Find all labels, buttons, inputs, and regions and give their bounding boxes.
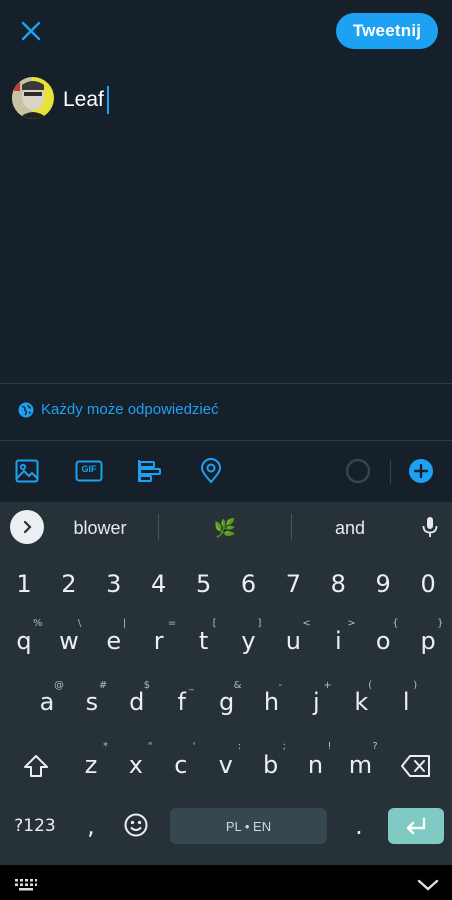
key-hint: )	[413, 680, 418, 691]
add-gif-button[interactable]: GIF	[74, 456, 104, 486]
hide-keyboard-button[interactable]	[416, 877, 440, 893]
emoji-icon	[124, 813, 148, 837]
navigation-bar	[0, 865, 452, 900]
location-icon	[200, 458, 222, 484]
key-hint: [	[212, 618, 217, 629]
key-hint: {	[392, 618, 399, 629]
number-key[interactable]: 9	[363, 566, 403, 602]
key-hint: #	[98, 680, 108, 691]
letter-key[interactable]: k	[341, 683, 381, 721]
reply-setting-button[interactable]: Każdy może odpowiedzieć	[18, 401, 219, 418]
suggestion-divider	[291, 514, 292, 540]
voice-input-button[interactable]	[418, 514, 442, 540]
character-count-progress	[345, 458, 371, 484]
key-hint: >	[347, 618, 356, 629]
poll-icon	[138, 460, 161, 482]
number-key[interactable]: 2	[49, 566, 89, 602]
number-key[interactable]: 1	[4, 566, 44, 602]
emoji-key[interactable]	[122, 811, 150, 839]
key-hint: \	[77, 618, 82, 629]
number-key[interactable]: 4	[139, 566, 179, 602]
globe-icon	[18, 402, 34, 417]
letter-key[interactable]: t	[184, 622, 224, 660]
suggestion-1[interactable]: blower	[55, 516, 145, 540]
key-hint: }	[437, 618, 444, 629]
chevron-right-icon	[23, 520, 32, 534]
avatar	[12, 77, 54, 119]
key-hint: +	[323, 680, 332, 691]
key-hint: !	[327, 741, 332, 752]
key-hint: ;	[282, 741, 286, 752]
letter-key[interactable]: h	[252, 683, 292, 721]
key-hint: ]	[257, 618, 262, 629]
number-key[interactable]: 3	[94, 566, 134, 602]
add-tweet-button[interactable]	[409, 459, 433, 483]
shift-icon	[24, 755, 48, 777]
enter-key[interactable]	[388, 808, 444, 844]
key-hint: |	[122, 618, 127, 629]
keyboard-menu-button[interactable]	[10, 510, 44, 544]
key-hint: '	[192, 741, 196, 752]
key-hint: (	[368, 680, 373, 691]
tweet-button[interactable]: Tweetnij	[336, 13, 438, 49]
number-key[interactable]: 7	[273, 566, 313, 602]
keyboard-switch-button[interactable]	[14, 878, 38, 892]
add-poll-button[interactable]	[134, 456, 164, 486]
chevron-down-icon	[417, 879, 439, 891]
letter-key[interactable]: y	[229, 622, 269, 660]
letter-key[interactable]: d	[117, 683, 157, 721]
add-location-button[interactable]	[196, 456, 226, 486]
backspace-key[interactable]	[400, 752, 432, 780]
add-image-button[interactable]	[12, 456, 42, 486]
letter-key[interactable]: l	[386, 683, 426, 721]
space-key[interactable]: PL • EN	[170, 808, 327, 844]
key-hint: $	[143, 680, 151, 691]
progress-ring-icon	[345, 458, 371, 484]
key-hint: @	[54, 680, 64, 691]
key-hint: _	[188, 680, 194, 691]
key-hint: &	[233, 680, 242, 691]
symbols-key[interactable]: ?123	[8, 810, 62, 842]
divider	[0, 383, 452, 384]
number-key[interactable]: 0	[408, 566, 448, 602]
letter-key[interactable]: w	[49, 622, 89, 660]
close-button[interactable]	[18, 18, 44, 44]
key-hint: =	[167, 618, 177, 629]
gif-label: GIF	[81, 464, 97, 474]
letter-key[interactable]: e	[94, 622, 134, 660]
period-key[interactable]: .	[344, 808, 374, 844]
key-hint: -	[278, 680, 283, 691]
key-hint: <	[302, 618, 311, 629]
number-key[interactable]: 8	[318, 566, 358, 602]
reply-setting-label: Każdy może odpowiedzieć	[41, 401, 219, 418]
key-hint: %	[33, 618, 43, 629]
divider	[0, 440, 452, 441]
key-hint: ?	[372, 741, 378, 752]
keyboard-icon	[15, 879, 37, 891]
toolbar-divider	[390, 460, 391, 484]
microphone-icon	[422, 517, 438, 537]
suggestion-3[interactable]: and	[305, 516, 395, 540]
tweet-text-input[interactable]: Leaf	[63, 86, 109, 114]
tweet-text: Leaf	[63, 88, 104, 111]
close-icon	[21, 21, 41, 41]
suggestion-2[interactable]: 🌿	[180, 516, 270, 540]
backspace-icon	[401, 755, 430, 777]
number-key[interactable]: 6	[229, 566, 269, 602]
key-hint: *	[103, 741, 108, 752]
image-icon	[15, 459, 39, 483]
enter-icon	[406, 817, 426, 835]
number-key[interactable]: 5	[184, 566, 224, 602]
letter-key[interactable]: f	[162, 683, 202, 721]
plus-icon	[414, 464, 428, 478]
suggestion-divider	[158, 514, 159, 540]
key-hint: :	[237, 741, 242, 752]
comma-key[interactable]: ,	[76, 808, 106, 844]
shift-key[interactable]	[21, 751, 51, 781]
text-caret	[106, 86, 109, 114]
key-hint: "	[147, 741, 153, 752]
